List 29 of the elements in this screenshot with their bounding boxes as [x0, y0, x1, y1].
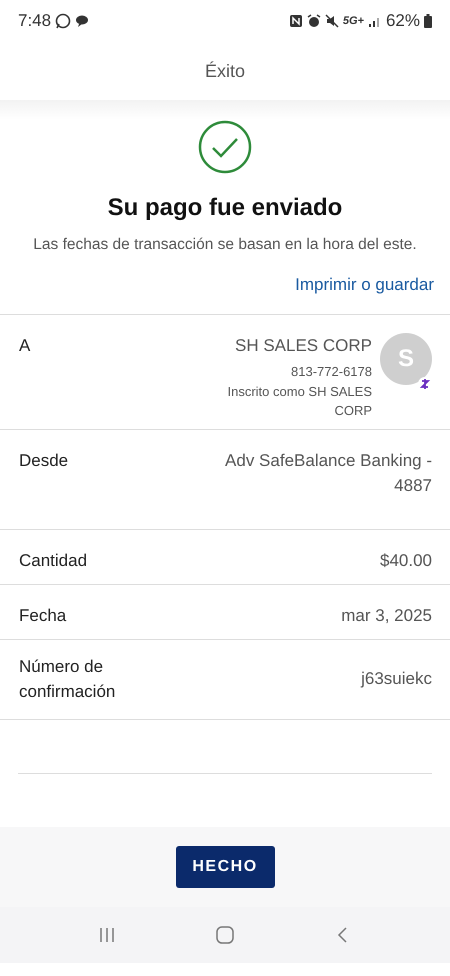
- detail-value: mar 3, 2025: [341, 604, 432, 626]
- nfc-icon: [288, 14, 303, 28]
- confirmation-title: Su pago fue enviado: [108, 193, 342, 223]
- print-or-save-link[interactable]: Imprimir o guardar: [295, 272, 434, 298]
- detail-label: Cantidad: [19, 550, 88, 572]
- home-icon[interactable]: [215, 924, 235, 944]
- success-check-icon: [198, 120, 252, 174]
- detail-value: j63suiekc: [361, 668, 432, 690]
- mute-icon: [324, 14, 339, 28]
- detail-label: Número de confirmación: [19, 656, 116, 703]
- chat-bubble-icon: [55, 13, 72, 29]
- timezone-note: Las fechas de transacción se basan en la hora del este.: [33, 235, 417, 255]
- detail-value: Adv SafeBalance Banking - 4887: [224, 450, 432, 497]
- battery-icon: [424, 14, 432, 28]
- detail-label: Fecha: [19, 604, 68, 626]
- dollar-badge-icon: [418, 376, 432, 390]
- detail-label: A: [19, 334, 32, 356]
- message-icon: [75, 14, 90, 28]
- network-type: 5G+: [342, 14, 364, 29]
- battery-level: 62%: [386, 10, 420, 32]
- detail-value: $40.00: [380, 550, 432, 572]
- detail-label: Desde: [19, 450, 70, 472]
- alarm-icon: [306, 14, 321, 28]
- enrollment-note: Inscrito como SH SALES CORP: [226, 382, 372, 420]
- screen-title: Éxito: [204, 60, 246, 82]
- payee-phone: 813-772-6178: [291, 363, 372, 381]
- payee-name: SH SALES CORP: [235, 334, 372, 356]
- clock-time: 7:48: [18, 10, 52, 32]
- done-button[interactable]: HECHO: [176, 846, 274, 888]
